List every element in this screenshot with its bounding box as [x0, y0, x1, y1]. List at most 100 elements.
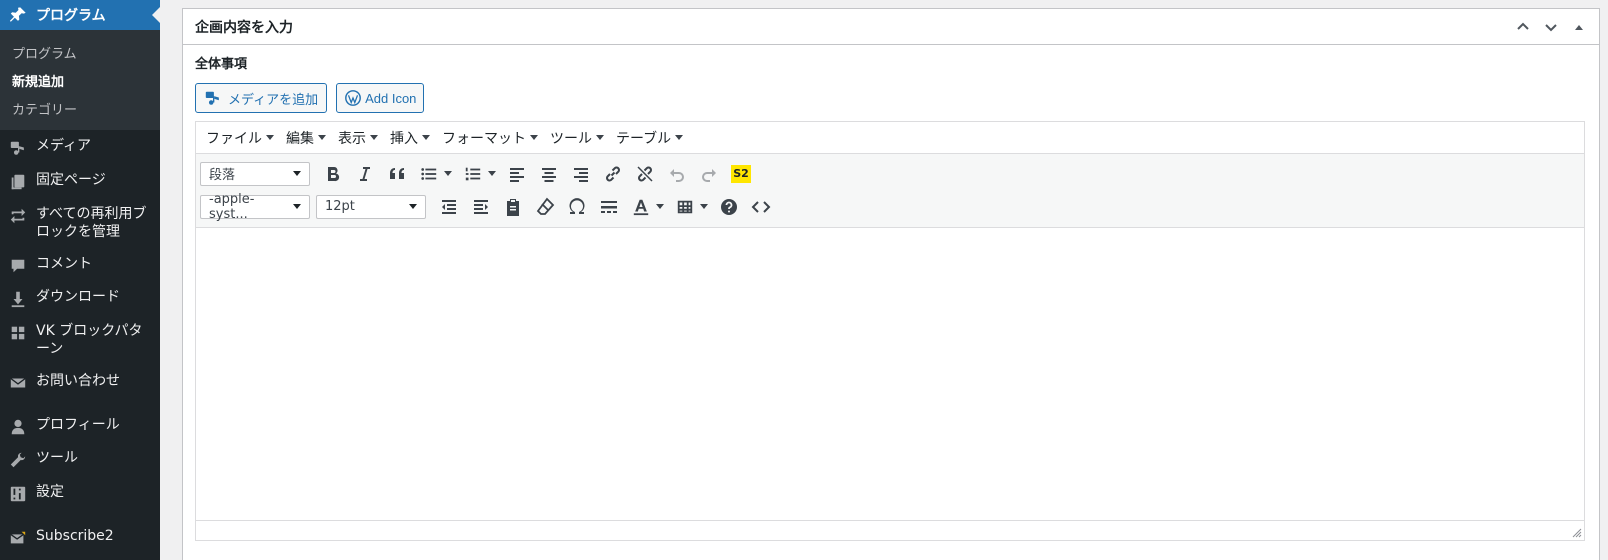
- unlink-icon: [637, 165, 653, 182]
- caret-down-icon: [409, 204, 417, 209]
- menu-file[interactable]: ファイル: [200, 128, 280, 148]
- menu-insert[interactable]: 挿入: [384, 128, 436, 148]
- subscribe2-button[interactable]: S2: [726, 159, 756, 189]
- align-right-icon: [574, 167, 588, 182]
- link-icon: [606, 166, 620, 181]
- subscribe-icon: [0, 527, 36, 547]
- redo-icon: [702, 168, 716, 182]
- sidebar-item-vk-block-patterns[interactable]: VK ブロックパターン: [0, 322, 160, 358]
- add-media-button[interactable]: メディアを追加: [195, 83, 328, 113]
- quote-icon: [390, 167, 404, 179]
- menu-view[interactable]: 表示: [332, 128, 384, 148]
- settings-icon: [0, 483, 36, 503]
- remove-link-button[interactable]: [630, 159, 660, 189]
- sidebar-item-label: Subscribe2: [36, 528, 114, 544]
- move-down-button[interactable]: [1539, 15, 1563, 39]
- eraser-icon: [536, 197, 555, 215]
- mail-icon: [0, 372, 36, 392]
- sidebar-item-download[interactable]: ダウンロード: [0, 288, 160, 308]
- add-media-label: メディアを追加: [228, 91, 319, 107]
- sidebar-item-subscribe2[interactable]: Subscribe2: [0, 527, 160, 547]
- download-icon: [0, 288, 36, 308]
- italic-icon: [360, 166, 370, 181]
- clipboard-icon: [507, 198, 519, 216]
- sidebar-item-reusable-blocks[interactable]: すべての再利用ブロックを管理: [0, 205, 160, 241]
- triangle-up-icon: [1575, 24, 1583, 30]
- insert-link-button[interactable]: [598, 159, 628, 189]
- caret-down-icon: [266, 135, 274, 140]
- sidebar-item-comments[interactable]: コメント: [0, 255, 160, 275]
- align-right-button[interactable]: [566, 159, 596, 189]
- add-icon-label: Add Icon: [365, 90, 417, 106]
- chevron-down-icon: [1545, 23, 1557, 31]
- menu-edit[interactable]: 編集: [280, 128, 332, 148]
- undo-button[interactable]: [662, 159, 692, 189]
- bold-button[interactable]: [318, 159, 348, 189]
- menu-tools[interactable]: ツール: [544, 128, 610, 148]
- outdent-icon: [442, 199, 456, 214]
- caret-down-icon: [444, 171, 452, 176]
- media-icon: [205, 91, 219, 105]
- sidebar-item-profile[interactable]: プロフィール: [0, 416, 160, 436]
- font-family-select[interactable]: -apple-syst...: [200, 192, 310, 222]
- italic-button[interactable]: [350, 159, 380, 189]
- special-character-button[interactable]: [562, 192, 592, 222]
- bullet-list-button[interactable]: [414, 159, 456, 189]
- align-center-button[interactable]: [534, 159, 564, 189]
- sidebar-item-contact[interactable]: お問い合わせ: [0, 372, 160, 392]
- blockquote-button[interactable]: [382, 159, 412, 189]
- numbered-list-icon: [465, 167, 481, 180]
- add-icon-button[interactable]: Add Icon: [336, 83, 425, 113]
- sidebar-item-pages[interactable]: 固定ページ: [0, 171, 160, 191]
- submenu-item-category[interactable]: カテゴリー: [0, 94, 160, 122]
- bold-icon: [328, 166, 340, 181]
- sidebar-item-label: メディア: [36, 138, 92, 154]
- paste-text-button[interactable]: [498, 192, 528, 222]
- section-label: 全体事項: [195, 57, 248, 72]
- horizontal-rule-icon: [601, 200, 617, 213]
- source-code-button[interactable]: [746, 192, 776, 222]
- submenu-item-add-new[interactable]: 新規追加: [0, 66, 160, 94]
- wordpress-icon: [345, 90, 362, 106]
- table-button[interactable]: [670, 192, 712, 222]
- sidebar-item-tools[interactable]: ツール: [0, 449, 160, 469]
- plan-content-postbox: 企画内容を入力 全体事項 メディアを追加 Add Icon ファイル 編集 表示…: [182, 8, 1600, 560]
- menu-table[interactable]: テーブル: [610, 128, 689, 148]
- align-center-icon: [542, 167, 556, 182]
- toggle-panel-button[interactable]: [1567, 15, 1591, 39]
- sidebar-item-label: プログラム: [36, 8, 106, 24]
- move-up-button[interactable]: [1511, 15, 1535, 39]
- sidebar-item-media[interactable]: メディア: [0, 137, 160, 157]
- sidebar-item-label: ダウンロード: [36, 289, 120, 305]
- sidebar-item-settings[interactable]: 設定: [0, 483, 160, 503]
- caret-down-icon: [700, 204, 708, 209]
- postbox-title: 企画内容を入力: [195, 19, 293, 36]
- caret-down-icon: [530, 135, 538, 140]
- horizontal-line-button[interactable]: [594, 192, 624, 222]
- s2-icon: S2: [731, 164, 751, 183]
- redo-button[interactable]: [694, 159, 724, 189]
- comment-icon: [0, 255, 36, 275]
- current-menu-arrow: [152, 7, 160, 23]
- postbox-inside: 全体事項 メディアを追加 Add Icon ファイル 編集 表示 挿入 フォーマ…: [183, 45, 1599, 541]
- wrench-icon: [0, 449, 36, 469]
- editor-content-area[interactable]: [196, 228, 1584, 522]
- menu-format[interactable]: フォーマット: [436, 128, 544, 148]
- caret-down-icon: [596, 135, 604, 140]
- undo-icon: [670, 168, 684, 182]
- caret-down-icon: [370, 135, 378, 140]
- outdent-button[interactable]: [434, 192, 464, 222]
- resize-handle-icon[interactable]: [1572, 528, 1582, 538]
- numbered-list-button[interactable]: [458, 159, 500, 189]
- indent-button[interactable]: [466, 192, 496, 222]
- sidebar-item-program[interactable]: プログラム: [0, 0, 160, 30]
- align-left-icon: [510, 167, 524, 182]
- clear-formatting-button[interactable]: [530, 192, 560, 222]
- text-color-button[interactable]: [626, 192, 668, 222]
- format-select[interactable]: 段落: [200, 161, 310, 186]
- postbox-handle-actions: [1511, 15, 1599, 39]
- submenu-item-program[interactable]: プログラム: [0, 38, 160, 66]
- align-left-button[interactable]: [502, 159, 532, 189]
- help-button[interactable]: [714, 192, 744, 222]
- font-size-select[interactable]: 12pt: [316, 194, 426, 219]
